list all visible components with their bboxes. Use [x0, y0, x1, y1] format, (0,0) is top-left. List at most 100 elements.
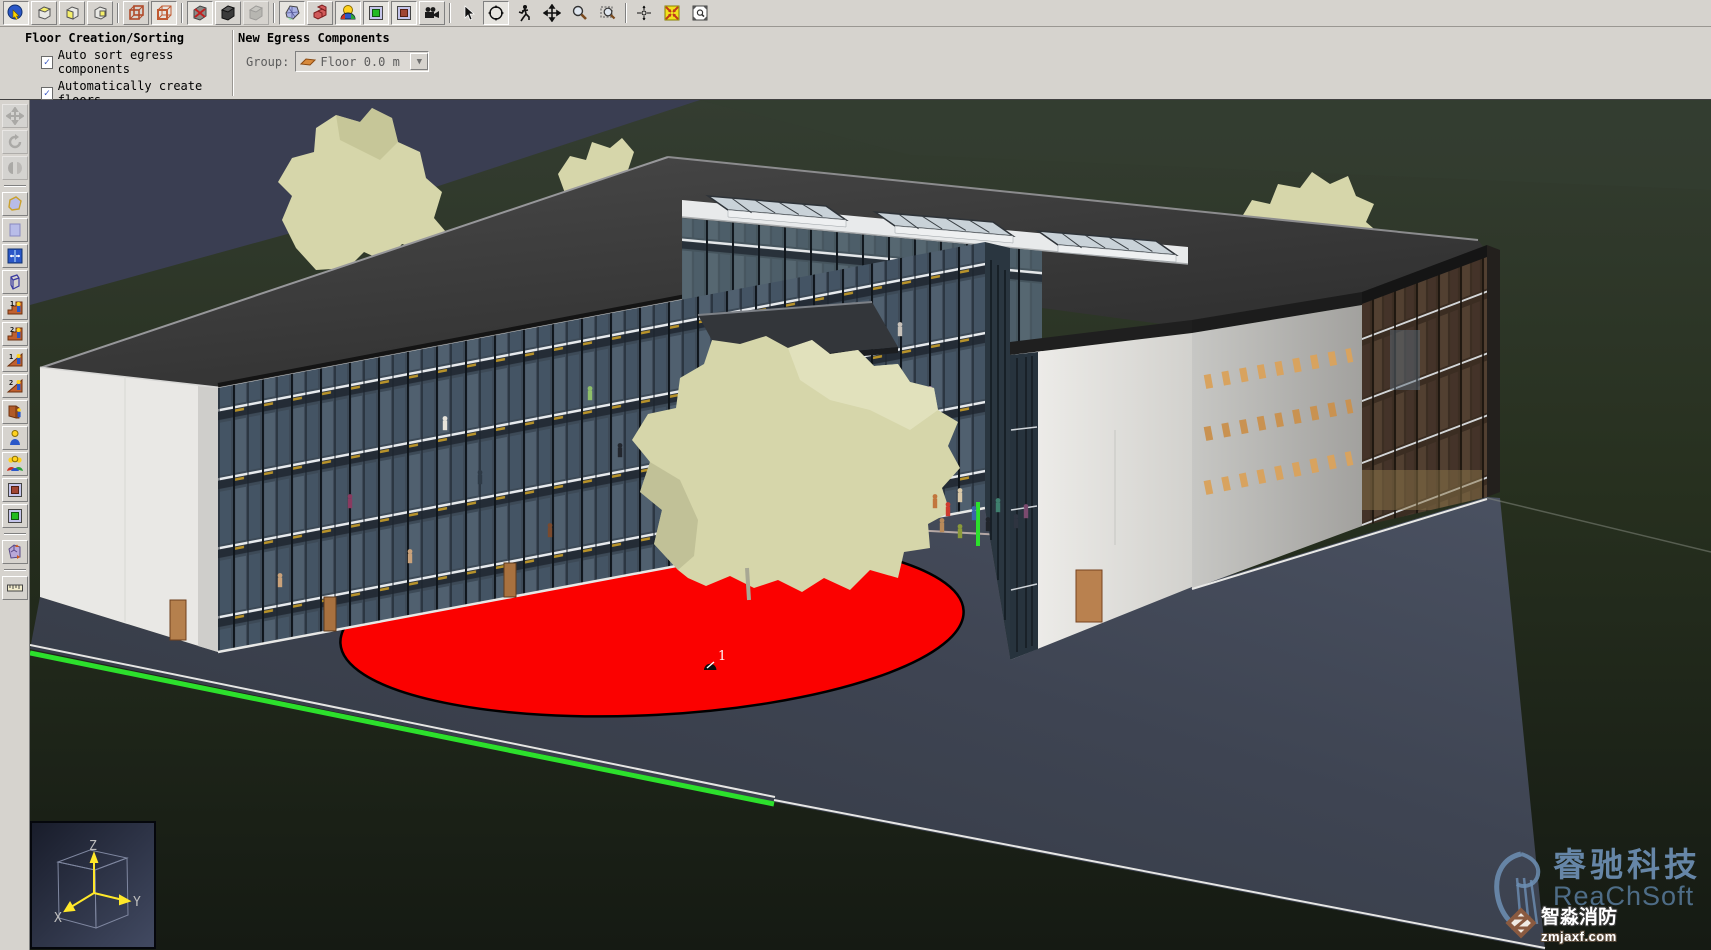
mirror-icon [6, 159, 24, 177]
tool-sidebar: 1 2 1 2 [0, 100, 30, 950]
main-toolbar [0, 0, 1711, 27]
ramp-two-point-tool-button[interactable]: 2 [2, 374, 28, 398]
camera-button[interactable] [419, 1, 445, 25]
elevator-tool-button[interactable] [2, 540, 28, 564]
walk-person-icon [515, 4, 533, 22]
measure-tool-button[interactable] [2, 576, 28, 600]
options-panelbar: Floor Creation/Sorting ✓ Auto sort egres… [0, 27, 1711, 100]
floor-icon [300, 57, 316, 67]
occupant-tool-button[interactable] [2, 426, 28, 450]
camera-icon [423, 4, 441, 22]
toolbar-separator [181, 3, 183, 23]
elevator-icon [6, 543, 24, 561]
exit-door-icon [6, 507, 24, 525]
stairs-one-point-tool-button[interactable]: 1 [2, 296, 28, 320]
rect-room-tool-button[interactable] [2, 218, 28, 242]
wire-cube-bold-button[interactable] [151, 1, 177, 25]
pan-arrows-button[interactable] [539, 1, 565, 25]
select-arrow-button[interactable] [455, 1, 481, 25]
door-display-green-icon [367, 4, 385, 22]
door-display-green-button[interactable] [363, 1, 389, 25]
rotate-tool-button[interactable] [2, 130, 28, 154]
application-window: Floor Creation/Sorting ✓ Auto sort egres… [0, 0, 1711, 950]
tree-trunk [747, 568, 749, 600]
zoom-window-icon [599, 4, 617, 22]
polygon-room-tool-button[interactable] [2, 192, 28, 216]
door-tool-button[interactable] [2, 478, 28, 502]
toolbar-separator [449, 3, 451, 23]
walk-person-button[interactable] [511, 1, 537, 25]
divide-room-tool-button[interactable] [2, 244, 28, 268]
svg-text:1: 1 [10, 300, 14, 308]
shard-blue-icon [283, 4, 301, 22]
navigate-sphere-icon [7, 4, 25, 22]
cube-hidden-x-icon [191, 4, 209, 22]
toolbar-separator [625, 3, 627, 23]
zoom-magnifier-button[interactable] [567, 1, 593, 25]
stairs-two-point-tool-button[interactable]: 2 [2, 322, 28, 346]
end-wall-shade [198, 386, 218, 652]
orbit-tool-button[interactable] [483, 1, 509, 25]
ramp-two-point-icon: 2 [6, 377, 24, 395]
zoom-extents-button[interactable] [659, 1, 685, 25]
wire-cube-bold-icon [155, 4, 173, 22]
ramp-one-point-tool-button[interactable]: 1 [2, 348, 28, 372]
axis-z-label: Z [89, 839, 97, 854]
zoom-magnifier-icon [571, 4, 589, 22]
door-display-red-button[interactable] [391, 1, 417, 25]
building-right-edge [1487, 245, 1500, 497]
navigate-sphere-button[interactable] [3, 1, 29, 25]
exit-door-tool-button[interactable] [2, 504, 28, 528]
floor-creation-title: Floor Creation/Sorting [25, 31, 230, 45]
bricks-red-button[interactable] [307, 1, 333, 25]
axis-gizmo: Z Y X [31, 822, 155, 948]
zoom-window-button[interactable] [595, 1, 621, 25]
select-arrow-icon [459, 4, 477, 22]
dropdown-arrow-icon[interactable]: ▼ [410, 53, 428, 70]
orbit-tool-icon [487, 4, 505, 22]
stairs-one-point-icon: 1 [6, 299, 24, 317]
extrude-wall-tool-button[interactable] [2, 270, 28, 294]
new-egress-title: New Egress Components [238, 31, 478, 45]
auto-sort-checkbox[interactable]: ✓ [41, 56, 53, 69]
cube-gray-icon [247, 4, 265, 22]
wire-cube-outline-button[interactable] [123, 1, 149, 25]
occupant-group-icon [6, 455, 24, 473]
polygon-room-icon [6, 195, 24, 213]
auto-sort-label: Auto sort egress components [58, 48, 230, 76]
axis-x-label: X [54, 911, 62, 926]
occupants-show-button[interactable] [335, 1, 361, 25]
cube-gray-button[interactable] [243, 1, 269, 25]
occupants-show-icon [339, 4, 357, 22]
cube-corner-yellow-button[interactable] [31, 1, 57, 25]
scene-canvas: 1 Z Y X [30, 100, 1711, 950]
occupant-icon [6, 429, 24, 447]
shard-blue-button[interactable] [279, 1, 305, 25]
rect-room-icon [6, 221, 24, 239]
cube-dark-button[interactable] [215, 1, 241, 25]
cube-hidden-x-button[interactable] [187, 1, 213, 25]
zoom-extents-icon [663, 4, 681, 22]
escalator-tool-button[interactable] [2, 400, 28, 424]
svg-text:2: 2 [10, 326, 14, 334]
group-label: Group: [246, 55, 289, 69]
occupant-group-tool-button[interactable] [2, 452, 28, 476]
sidebar-separator [4, 185, 26, 187]
zoom-selection-button[interactable] [687, 1, 713, 25]
move-tool-button[interactable] [2, 104, 28, 128]
panel-divider [232, 30, 234, 96]
group-dropdown[interactable]: Floor 0.0 m ▼ [295, 51, 429, 72]
center-view-button[interactable] [631, 1, 657, 25]
viewport-3d[interactable]: 1 Z Y X [30, 100, 1711, 950]
cube-small-yellow-icon [91, 4, 109, 22]
escalator-icon [6, 403, 24, 421]
mirror-tool-button[interactable] [2, 156, 28, 180]
auto-create-floors-checkbox[interactable]: ✓ [41, 87, 53, 100]
axis-y-label: Y [133, 895, 141, 910]
cube-small-yellow-button[interactable] [87, 1, 113, 25]
toolbar-separator [117, 3, 119, 23]
measure-icon [6, 579, 24, 597]
marker-label: 1 [718, 649, 726, 664]
cube-face-yellow-button[interactable] [59, 1, 85, 25]
bricks-red-icon [311, 4, 329, 22]
